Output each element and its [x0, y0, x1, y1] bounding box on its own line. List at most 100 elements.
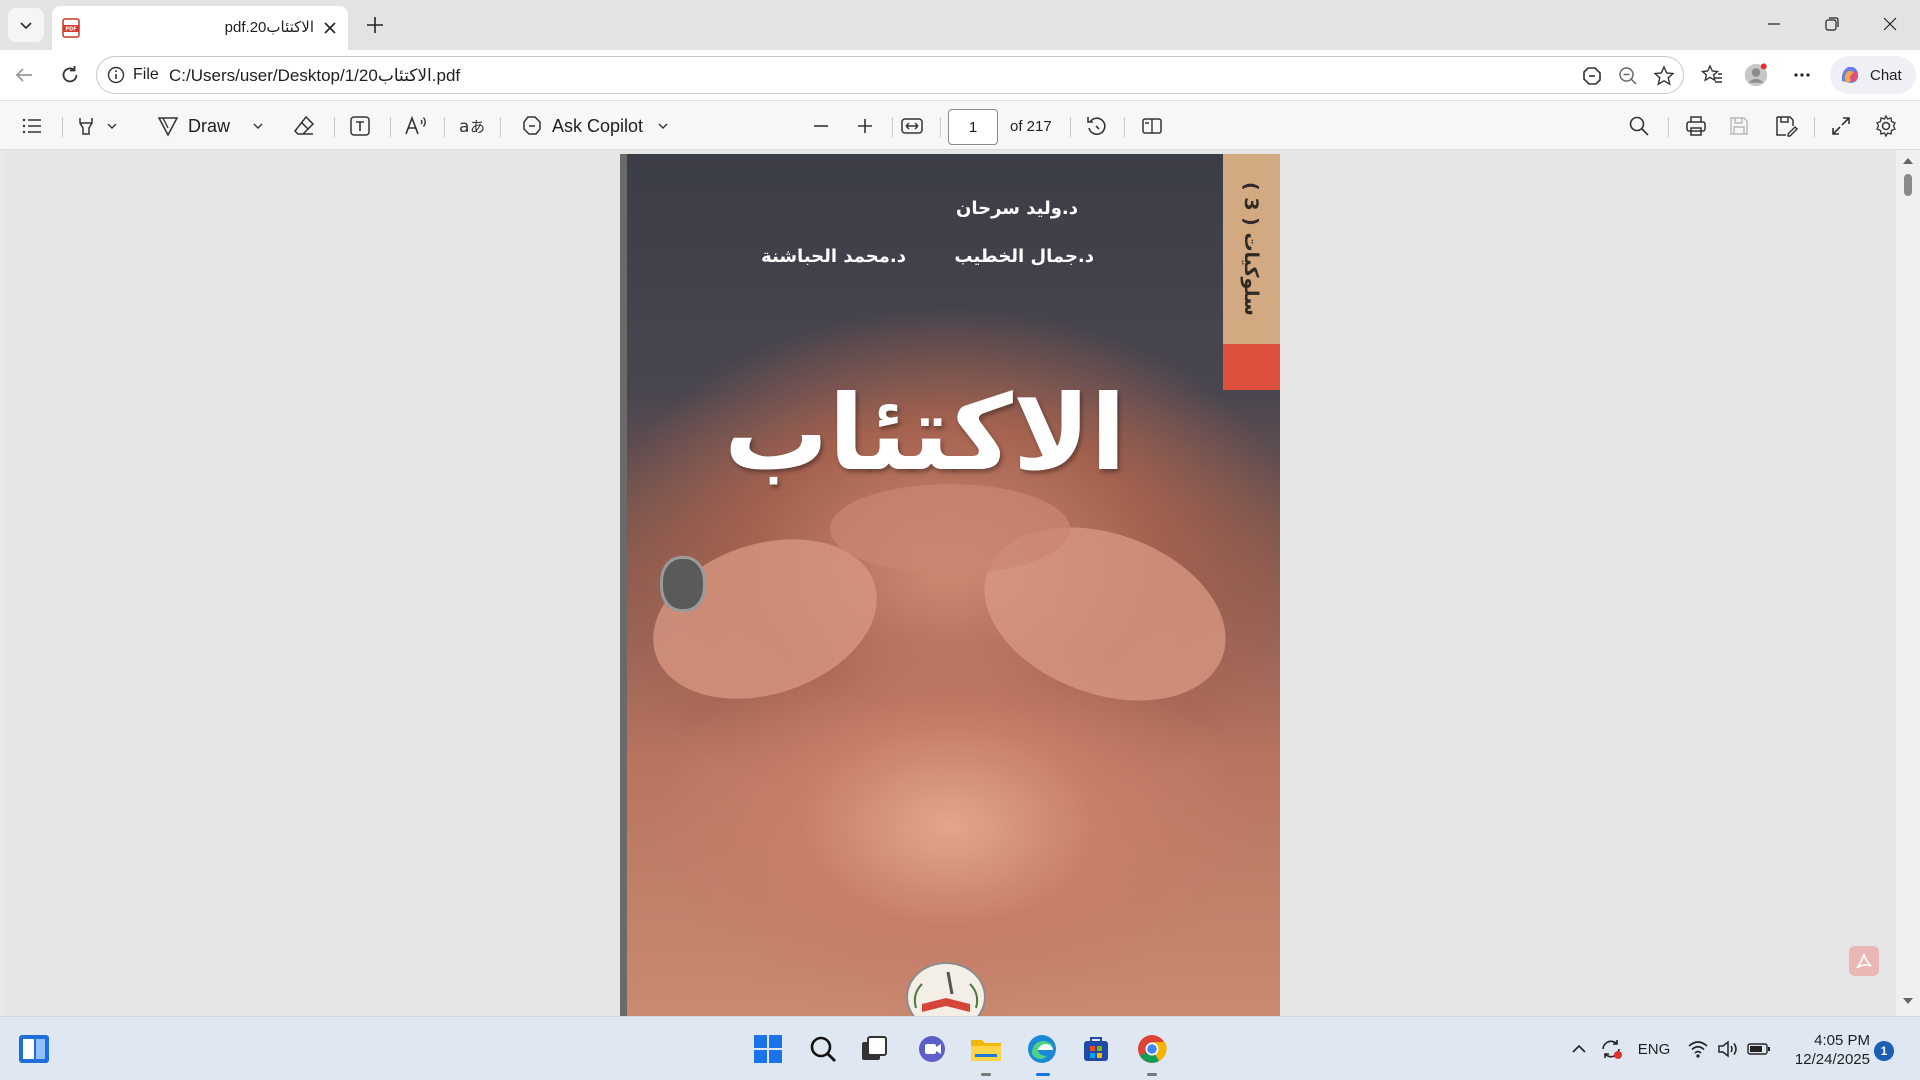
search-icon	[1629, 116, 1649, 136]
avatar-icon	[1744, 63, 1768, 87]
chevron-down-icon[interactable]	[106, 120, 118, 132]
sync-status-button[interactable]	[1598, 1037, 1624, 1061]
file-explorer-button[interactable]	[968, 1031, 1004, 1067]
restore-button[interactable]	[1822, 14, 1842, 34]
fit-to-width-button[interactable]	[900, 113, 924, 139]
volume-button[interactable]	[1716, 1037, 1740, 1061]
edge-icon	[1028, 1035, 1056, 1063]
eraser-icon	[293, 115, 315, 135]
full-screen-button[interactable]	[1830, 113, 1852, 139]
minimize-button[interactable]	[1764, 14, 1784, 34]
profile-button[interactable]	[1744, 63, 1768, 87]
rotate-icon	[1087, 117, 1106, 135]
erase-button[interactable]	[292, 113, 316, 139]
zoom-out-button[interactable]	[1617, 65, 1639, 87]
draw-label: Draw	[188, 115, 231, 136]
cover-edge	[620, 154, 627, 1016]
toolbar-separator	[1124, 117, 1125, 137]
notification-badge[interactable]: 1	[1874, 1041, 1894, 1061]
favorite-button[interactable]	[1653, 65, 1675, 87]
ask-copilot-button[interactable]: Ask Copilot	[520, 113, 669, 139]
print-button[interactable]	[1684, 113, 1708, 139]
read-aloud-copilot-button[interactable]	[1581, 65, 1603, 87]
cover-author-2: د.جمال الخطيب	[954, 246, 1094, 267]
read-aloud-button[interactable]	[404, 113, 430, 139]
toolbar-separator	[334, 117, 335, 137]
minimize-icon	[1768, 23, 1780, 25]
copilot-icon	[523, 116, 541, 135]
back-button[interactable]	[12, 63, 36, 87]
zoom-in-button[interactable]	[854, 113, 876, 139]
highlighter-icon	[79, 118, 93, 135]
search-icon	[810, 1036, 836, 1062]
book-pen-icon	[913, 971, 979, 1012]
file-explorer-icon	[971, 1040, 1001, 1061]
start-button[interactable]	[750, 1031, 786, 1067]
url-text[interactable]: C:/Users/user/Desktop/1/20الاكتئاب.pdf	[169, 66, 460, 86]
toolbar-separator	[444, 117, 445, 137]
add-text-button[interactable]	[348, 113, 372, 139]
translate-button[interactable]: aあ	[458, 113, 486, 139]
svg-text:a: a	[459, 117, 469, 137]
url-scheme-label: File	[133, 66, 159, 83]
plus-icon	[858, 119, 872, 133]
clock[interactable]: 4:05 PM 12/24/2025	[1786, 1031, 1870, 1069]
draw-button[interactable]: Draw	[156, 113, 264, 139]
battery-icon	[1747, 1043, 1770, 1055]
page-number-input[interactable]: 1	[948, 109, 998, 145]
close-icon[interactable]	[322, 20, 338, 36]
favorites-star-icon	[1700, 64, 1722, 83]
pdf-viewer[interactable]: د.وليد سرحان د.جمال الخطيب د.محمد الحباش…	[4, 150, 1900, 1016]
teams-icon	[919, 1036, 945, 1062]
page-view-button[interactable]	[1140, 113, 1164, 139]
refresh-button[interactable]	[58, 63, 82, 87]
close-icon	[1883, 17, 1897, 31]
tab-list-button[interactable]	[8, 8, 44, 42]
chrome-button[interactable]	[1134, 1031, 1170, 1067]
list-icon	[22, 118, 41, 134]
chevron-down-icon[interactable]	[657, 120, 669, 132]
task-view-button[interactable]	[856, 1031, 892, 1067]
gear-icon	[1876, 114, 1896, 138]
favorites-button[interactable]	[1700, 63, 1724, 87]
scroll-up-icon[interactable]	[1902, 156, 1914, 166]
find-button[interactable]	[1628, 113, 1650, 139]
save-as-icon	[1776, 116, 1798, 137]
save-icon	[1730, 117, 1748, 135]
new-tab-button[interactable]	[362, 12, 388, 38]
edge-button[interactable]	[1024, 1031, 1060, 1067]
widgets-button[interactable]	[16, 1031, 52, 1067]
adobe-acrobat-button[interactable]	[1849, 946, 1879, 976]
copilot-chat-button[interactable]: Chat	[1830, 56, 1916, 94]
battery-button[interactable]	[1746, 1037, 1772, 1061]
language-indicator[interactable]: ENG	[1636, 1037, 1672, 1061]
vertical-scrollbar[interactable]	[1896, 150, 1920, 1016]
copilot-icon	[1583, 67, 1601, 85]
toolbar-separator	[1668, 117, 1669, 137]
teams-button[interactable]	[914, 1031, 950, 1067]
show-hidden-icons-button[interactable]	[1568, 1037, 1590, 1061]
info-icon[interactable]	[107, 66, 125, 84]
chrome-icon	[1138, 1035, 1167, 1063]
address-bar[interactable]: File C:/Users/user/Desktop/1/20الاكتئاب.…	[96, 56, 1684, 94]
scroll-thumb[interactable]	[1904, 174, 1912, 196]
toolbar-separator	[1814, 117, 1815, 137]
toolbar-separator	[940, 117, 941, 137]
rotate-button[interactable]	[1084, 113, 1108, 139]
highlight-button[interactable]	[74, 113, 118, 139]
close-window-button[interactable]	[1880, 14, 1900, 34]
chevron-down-icon[interactable]	[252, 120, 264, 132]
contents-button[interactable]	[20, 113, 44, 139]
scroll-down-icon[interactable]	[1902, 996, 1914, 1006]
store-button[interactable]	[1078, 1031, 1114, 1067]
wifi-button[interactable]	[1686, 1037, 1710, 1061]
settings-menu-button[interactable]	[1790, 63, 1814, 87]
save-button[interactable]	[1728, 113, 1750, 139]
search-button[interactable]	[805, 1031, 841, 1067]
zoom-out-button[interactable]	[810, 113, 832, 139]
pdf-settings-button[interactable]	[1874, 113, 1898, 139]
pdf-toolbar: Draw aあ Ask Copilot 1 of 217	[0, 100, 1920, 150]
save-as-button[interactable]	[1774, 113, 1798, 139]
active-tab[interactable]: PDF الاكتئاب20.pdf	[52, 6, 348, 50]
copilot-logo-icon	[1841, 67, 1858, 83]
